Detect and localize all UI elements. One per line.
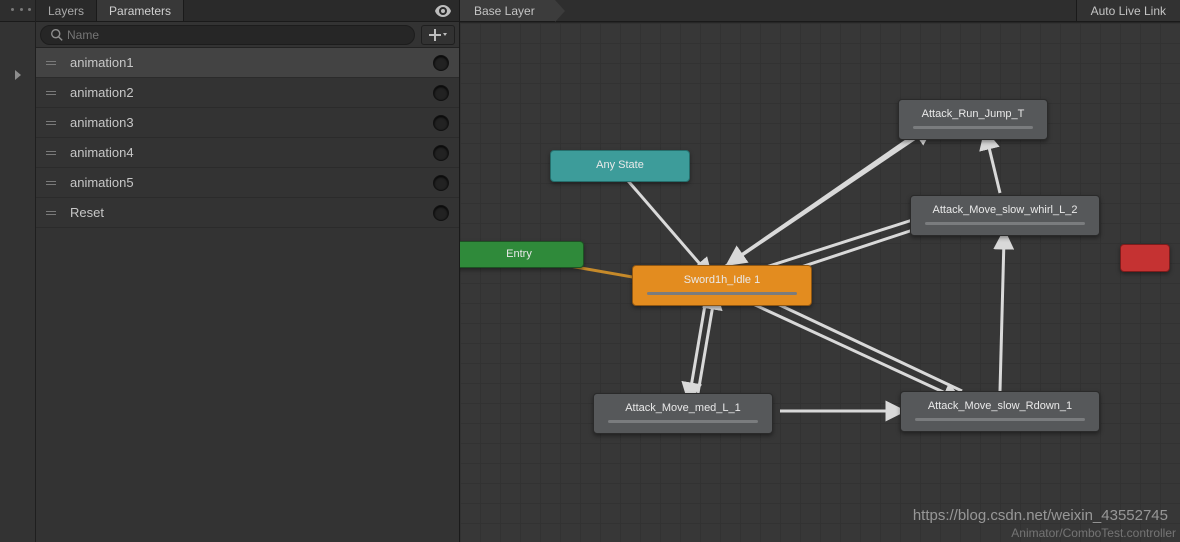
add-parameter-button[interactable] [421, 25, 455, 45]
asset-path-label: Animator/ComboTest.controller [1011, 526, 1176, 540]
state-label: Attack_Move_slow_whirl_L_2 [933, 204, 1078, 216]
state-label: Entry [506, 248, 532, 260]
search-input-wrap[interactable] [40, 25, 415, 45]
tab-layers[interactable]: Layers [36, 0, 97, 21]
drag-handle-icon[interactable] [46, 151, 62, 155]
drag-handle-icon[interactable] [46, 121, 62, 125]
state-any[interactable]: Any State [550, 150, 690, 182]
drag-handle-icon[interactable] [46, 61, 62, 65]
param-trigger-toggle[interactable] [433, 145, 449, 161]
drag-handle-icon[interactable] [46, 211, 62, 215]
transitions-svg [460, 23, 1180, 542]
parameter-list: animation1 animation2 animation3 animation4… [36, 48, 459, 542]
param-item-Reset[interactable]: Reset [36, 198, 459, 228]
param-item-animation3[interactable]: animation3 [36, 108, 459, 138]
parameters-panel: Layers Parameters animation1animation2an… [36, 0, 460, 542]
state-label: Sword1h_Idle 1 [684, 274, 760, 286]
param-item-animation1[interactable]: animation1 [36, 48, 459, 78]
plus-dropdown-icon [429, 29, 447, 41]
param-name: Reset [70, 205, 433, 220]
panel-tabs: Layers Parameters [36, 0, 459, 22]
param-item-animation5[interactable]: animation5 [36, 168, 459, 198]
param-name: animation3 [70, 115, 433, 130]
drag-handle-icon[interactable] [46, 91, 62, 95]
state-label: Attack_Move_med_L_1 [625, 402, 741, 414]
state-label: Attack_Move_slow_Rdown_1 [928, 400, 1072, 412]
search-input[interactable] [67, 28, 404, 42]
watermark-text: https://blog.csdn.net/weixin_43552745 [913, 507, 1168, 524]
state-attack-med[interactable]: Attack_Move_med_L_1 [593, 393, 773, 434]
visibility-icon[interactable] [427, 0, 459, 21]
param-item-animation4[interactable]: animation4 [36, 138, 459, 168]
param-trigger-toggle[interactable] [433, 205, 449, 221]
param-trigger-toggle[interactable] [433, 115, 449, 131]
inspector-gutter [0, 0, 36, 542]
state-graph[interactable]: Any State Entry Sword1h_Idle 1 Attack_Ru… [460, 22, 1180, 542]
param-item-animation2[interactable]: animation2 [36, 78, 459, 108]
drag-handle-icon[interactable] [46, 181, 62, 185]
state-attack-whirl[interactable]: Attack_Move_slow_whirl_L_2 [910, 195, 1100, 236]
tab-parameters[interactable]: Parameters [97, 0, 184, 21]
param-name: animation2 [70, 85, 433, 100]
state-label: Any State [596, 159, 644, 171]
state-attack-rdown[interactable]: Attack_Move_slow_Rdown_1 [900, 391, 1100, 432]
param-trigger-toggle[interactable] [433, 175, 449, 191]
param-trigger-toggle[interactable] [433, 85, 449, 101]
state-attack-runjump[interactable]: Attack_Run_Jump_T [898, 99, 1048, 140]
state-label: Attack_Run_Jump_T [922, 108, 1025, 120]
param-name: animation5 [70, 175, 433, 190]
state-exit[interactable] [1120, 244, 1170, 272]
state-entry[interactable]: Entry [460, 241, 584, 268]
param-trigger-toggle[interactable] [433, 55, 449, 71]
param-name: animation1 [70, 55, 433, 70]
state-default[interactable]: Sword1h_Idle 1 [632, 265, 812, 306]
gutter-handle[interactable] [0, 0, 35, 22]
search-icon [51, 29, 63, 41]
chevron-right-icon[interactable] [13, 70, 23, 80]
param-name: animation4 [70, 145, 433, 160]
search-row [36, 22, 459, 48]
breadcrumb-layer[interactable]: Base Layer [460, 0, 555, 21]
graph-panel: Base Layer Auto Live Link [460, 0, 1180, 542]
auto-live-link-button[interactable]: Auto Live Link [1076, 0, 1180, 21]
breadcrumb-bar: Base Layer Auto Live Link [460, 0, 1180, 22]
